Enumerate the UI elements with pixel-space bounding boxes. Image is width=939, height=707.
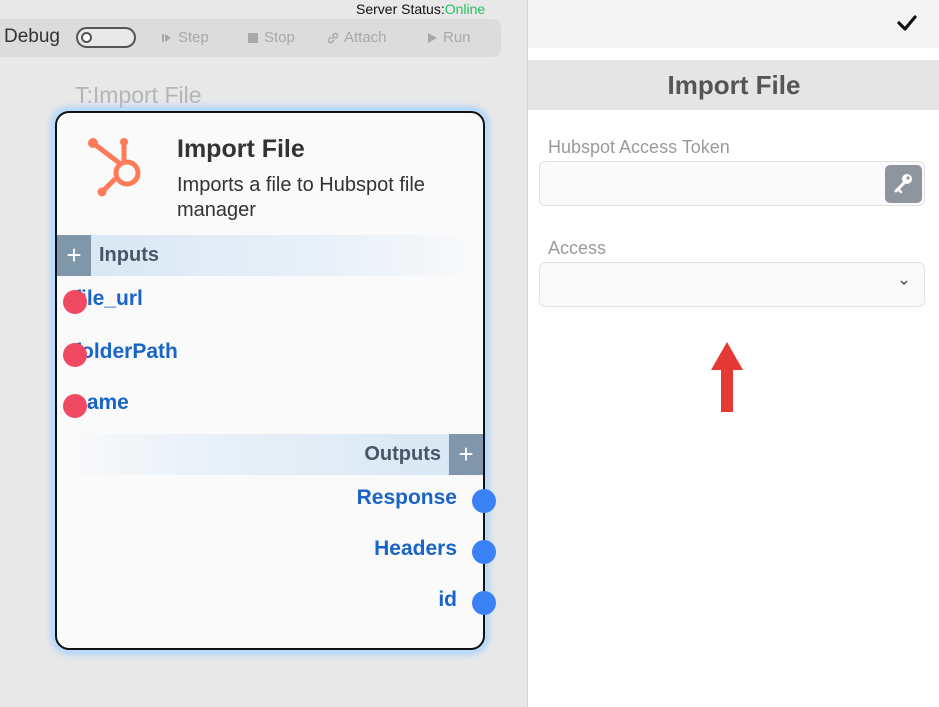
- link-icon: [327, 32, 339, 43]
- server-status-value: Online: [444, 1, 486, 17]
- stop-label: Stop: [264, 29, 295, 46]
- node-description: Imports a file to Hubspot file manager: [177, 174, 425, 221]
- token-label: Hubspot Access Token: [548, 137, 730, 157]
- output-port-label: Headers: [374, 537, 457, 560]
- input-connector[interactable]: [63, 394, 87, 418]
- stop-icon: [248, 32, 258, 43]
- step-label: Step: [178, 29, 209, 46]
- access-token-input[interactable]: [539, 161, 925, 206]
- panel-title: Import File: [528, 60, 939, 110]
- outputs-label: Outputs: [364, 443, 441, 465]
- outputs-section: Outputs +: [57, 434, 483, 475]
- stop-button[interactable]: Stop: [246, 29, 295, 46]
- key-icon: [894, 174, 912, 194]
- output-connector[interactable]: [472, 591, 496, 615]
- input-port-label: folderPath: [74, 340, 178, 363]
- play-icon: [428, 32, 437, 43]
- token-key-button[interactable]: [885, 165, 922, 203]
- access-select[interactable]: [539, 262, 925, 307]
- attach-label: Attach: [344, 29, 387, 46]
- run-button[interactable]: Run: [425, 29, 471, 46]
- output-port[interactable]: id: [438, 588, 496, 615]
- hubspot-icon: [88, 138, 141, 197]
- inputs-label: Inputs: [99, 244, 159, 266]
- step-icon: [162, 33, 171, 42]
- add-input-button[interactable]: +: [57, 235, 91, 276]
- output-port-label: id: [438, 588, 457, 611]
- access-label: Access: [548, 238, 607, 258]
- server-status: Server Status:Online: [356, 1, 485, 17]
- panel-topbar: [528, 0, 939, 48]
- node-tag: T:Import File: [75, 82, 202, 108]
- output-connector[interactable]: [472, 540, 496, 564]
- chevron-down-icon: [900, 280, 908, 285]
- input-port[interactable]: folderPath: [63, 340, 178, 367]
- server-status-label: Server Status:: [356, 1, 445, 17]
- add-output-button[interactable]: +: [449, 434, 483, 475]
- import-file-node[interactable]: Import File Imports a file to Hubspot fi…: [55, 111, 496, 650]
- attach-button[interactable]: Attach: [326, 29, 387, 46]
- inputs-section: + Inputs: [57, 235, 483, 276]
- input-port[interactable]: name: [63, 391, 129, 418]
- debug-toolbar: Debug Step Stop Attach Run: [0, 19, 501, 57]
- output-port[interactable]: Response: [356, 486, 496, 513]
- up-arrow-icon: [711, 342, 743, 412]
- properties-panel: Import File Hubspot Access Token Access: [527, 0, 939, 707]
- flow-canvas[interactable]: Server Status:Online Debug Step Stop Att…: [0, 0, 527, 707]
- check-icon[interactable]: [896, 12, 918, 34]
- output-port-label: Response: [356, 486, 457, 509]
- input-connector[interactable]: [63, 343, 87, 367]
- debug-label: Debug: [4, 26, 60, 47]
- debug-toggle[interactable]: [76, 27, 136, 48]
- node-name: Import File: [177, 135, 305, 163]
- input-connector[interactable]: [63, 290, 87, 314]
- step-button[interactable]: Step: [160, 29, 209, 46]
- output-connector[interactable]: [472, 489, 496, 513]
- input-port[interactable]: file_url: [63, 287, 143, 314]
- toggle-knob: [81, 32, 92, 43]
- output-port[interactable]: Headers: [374, 537, 496, 564]
- run-label: Run: [443, 29, 471, 46]
